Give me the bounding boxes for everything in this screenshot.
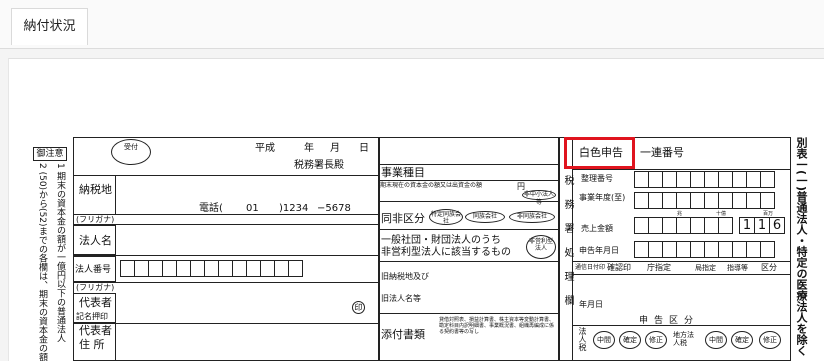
divider-5: [379, 229, 559, 230]
corporate-name-label: 法人名: [79, 234, 112, 247]
taxpayer-location-label: 納税地: [79, 183, 112, 196]
public-interest-text-2: 非営利型法人に該当するもの: [381, 247, 511, 258]
divider-2: [73, 282, 379, 283]
serial-label: 一連番号: [640, 146, 684, 159]
left-note-2: 2 (50)から(52)までの各欄は、期末の資本金の額: [37, 163, 47, 361]
sales-cells[interactable]: [634, 217, 733, 234]
attachment-desc: 貸借対照表、損益計算書、株主資本等変動計算書、勘定科目内訳明細書、事業概況書、組…: [439, 317, 555, 335]
ref-number-cells[interactable]: [634, 171, 775, 188]
header-cells: [379, 137, 559, 165]
divider-6: [379, 261, 559, 262]
date-month: 月: [330, 143, 340, 154]
furigana-label-1: (フリガナ): [76, 215, 115, 224]
divider-9: [573, 325, 791, 326]
date-era: 平成: [255, 143, 275, 154]
tax-return-form: 御注意 1 期末の資本金の額が一億円以下の普通法人 2 (50)から(52)まで…: [9, 59, 824, 361]
local-mark-interim[interactable]: 中間: [705, 331, 727, 349]
divider-3: [73, 323, 379, 324]
non-family-mark: 非同族会社: [509, 211, 555, 223]
old-tax-location-label: 旧納税地及び: [381, 272, 429, 281]
filing-mark-amended[interactable]: 修正: [645, 331, 667, 349]
non-small-business-mark: 非中小法人等: [522, 190, 556, 206]
processing-header-row: [573, 261, 791, 275]
attachment-label: 添付書類: [381, 328, 425, 341]
divider-4: [379, 201, 559, 202]
representative-address-label-2: 住 所: [79, 338, 105, 351]
phone-area[interactable]: 01: [246, 203, 259, 215]
sales-label: 売上金額: [581, 224, 613, 233]
filing-mark-interim[interactable]: 中間: [593, 331, 615, 349]
document-viewer: 御注意 1 期末の資本金の額が一億円以下の普通法人 2 (50)から(52)まで…: [8, 58, 824, 361]
stamp-receipt-text: 受付: [124, 143, 138, 151]
same-non-label: 同非区分: [381, 212, 425, 225]
representative-address-label-1: 代表者: [79, 324, 112, 337]
local-mark-final[interactable]: 確定: [731, 331, 753, 349]
schedule-label: 別表一(一)普通法人・特定の医療法人を除く: [795, 137, 808, 357]
left-note-1: 1 期末の資本金の額が一億円以下の普通法人: [55, 163, 65, 343]
receipt-stamp: 受付: [111, 139, 151, 165]
division-label: 区分: [761, 263, 777, 272]
sales-digit-1[interactable]: 1: [739, 217, 755, 234]
fiscal-year-cells[interactable]: [634, 192, 775, 209]
filing-date-cells[interactable]: [634, 241, 775, 258]
phone-mid[interactable]: )1234: [279, 203, 308, 215]
non-profit-mark: 非営利型法人: [526, 235, 556, 259]
local-mark-amended[interactable]: 修正: [759, 331, 781, 349]
date-year: 年: [304, 143, 314, 154]
seal-mark: 印: [352, 301, 365, 314]
ymd-label: 年月日: [579, 300, 603, 309]
office-side-label: 税務署処理欄: [562, 175, 573, 319]
highlight-box: [564, 137, 635, 169]
sales-digit-3[interactable]: 6: [769, 217, 785, 234]
corp-tax-label: 法人税: [578, 327, 587, 351]
date-day: 日: [359, 143, 369, 154]
business-type-row: [379, 165, 559, 181]
corporate-number-label: 法人番号: [75, 265, 112, 275]
capital-label: 期末現在の資本金の額又は出資金の額: [380, 182, 483, 189]
comm-date-label: 通信日付印: [575, 264, 606, 271]
addressee: 税務署長殿: [294, 160, 344, 171]
specified-label: 庁指定: [647, 263, 671, 272]
corporate-number-cells[interactable]: [120, 260, 303, 277]
tab-payment-status[interactable]: 納付状況: [11, 8, 88, 45]
divider-8: [573, 169, 791, 170]
confirm-label: 確認印: [607, 263, 631, 272]
old-corp-name-label: 旧法人名等: [381, 294, 421, 303]
representative-label: 代表者: [79, 296, 112, 309]
family-company-mark: 同族会社: [465, 211, 505, 223]
fiscal-year-label: 事業年度(至): [579, 193, 626, 202]
phone-last[interactable]: −5678: [317, 203, 351, 215]
representative-sign-label: 記名押印: [76, 312, 108, 321]
phone-label: 電話(: [199, 203, 223, 214]
sales-digit-2[interactable]: 1: [754, 217, 770, 234]
furigana-label-2: (フリガナ): [76, 283, 115, 292]
local-corp-tax-label: 地方法人税: [673, 331, 694, 347]
ref-number-label: 整理番号: [581, 174, 613, 183]
divider-1: [73, 255, 379, 256]
furigana-row-1: [73, 215, 379, 225]
instruction-label: 指導等: [727, 264, 748, 272]
filing-date-label: 申告年月日: [579, 246, 619, 255]
specified-family-mark: 特定同族会社: [429, 209, 463, 225]
public-interest-text-1: 一般社団・財団法人のうち: [381, 235, 501, 246]
caution-label: 御注意: [33, 147, 67, 161]
filing-mark-final[interactable]: 確定: [619, 331, 641, 349]
top-tab-bar: 納付状況: [0, 0, 824, 49]
office-specified-label: 局指定: [695, 264, 716, 272]
divider-7: [379, 313, 559, 314]
